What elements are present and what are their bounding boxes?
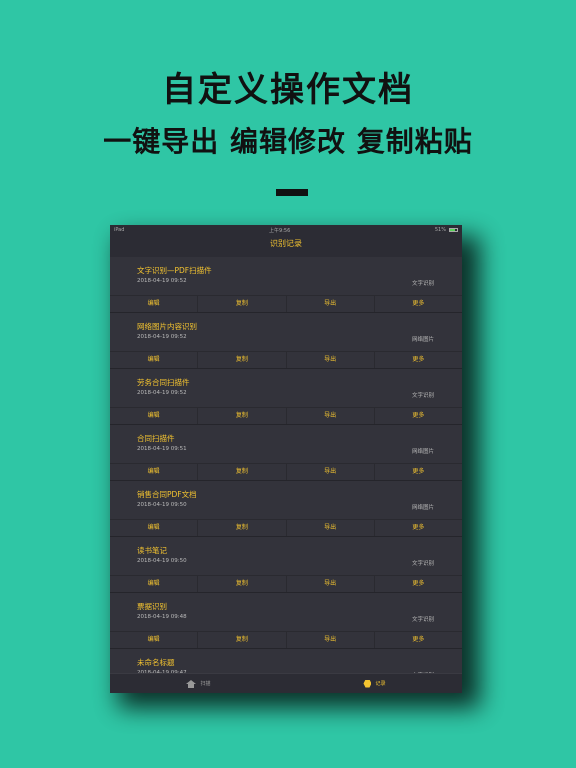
record-actions: 编辑 复制 导出 更多	[110, 295, 462, 312]
record-item[interactable]: 销售合同PDF文档 2018-04-19 09:50 网络图片编辑 复制 导出 更多	[110, 481, 462, 537]
record-item[interactable]: 网络图片内容识别 2018-04-19 09:52 网络图片编辑 复制 导出 更多	[110, 313, 462, 369]
more-button[interactable]: 更多	[375, 632, 462, 648]
record-actions: 编辑 复制 导出 更多	[110, 575, 462, 592]
record-title: 票据识别	[137, 602, 167, 611]
status-bar: iPad 上午9:56 51%	[110, 225, 462, 235]
record-type: 网络图片	[411, 505, 434, 511]
record-item[interactable]: 未命名标题2018-04-19 09:47文字识别编辑复制导出更多	[110, 649, 462, 673]
export-button[interactable]: 导出	[287, 520, 375, 536]
record-type: 网络图片	[411, 337, 434, 343]
record-type: 文字识别	[411, 393, 434, 399]
copy-button[interactable]: 复制	[198, 296, 287, 312]
record-actions: 编辑 复制 导出 更多	[110, 351, 462, 368]
export-button[interactable]: 导出	[287, 632, 375, 648]
export-button[interactable]: 导出	[287, 408, 375, 424]
record-item[interactable]: 文字识别—PDF扫描件 2018-04-19 09:52 文字识别编辑 复制 导出 更多	[110, 257, 462, 313]
record-title: 文字识别—PDF扫描件	[137, 266, 212, 275]
record-type: 文字识别	[411, 561, 434, 567]
record-title: 未命名标题	[137, 658, 175, 667]
promo-headline: 自定义操作文档	[162, 70, 414, 110]
more-button[interactable]: 更多	[375, 464, 462, 480]
clock-label: 上午9:56	[269, 227, 291, 234]
record-title: 读书笔记	[137, 546, 167, 555]
record-date: 2018-04-19 09:51	[137, 446, 187, 452]
copy-button[interactable]: 复制	[198, 464, 287, 480]
copy-button[interactable]: 复制	[198, 408, 287, 424]
record-item[interactable]: 读书笔记 2018-04-19 09:50 文字识别编辑 复制 导出 更多	[110, 537, 462, 593]
more-button[interactable]: 更多	[375, 408, 462, 424]
home-icon	[186, 679, 197, 688]
record-actions: 编辑 复制 导出 更多	[110, 407, 462, 424]
device-screen: iPad 上午9:56 51% 识别记录 文字识别—PDF扫描件 2018-04-…	[110, 225, 462, 693]
record-date: 2018-04-19 09:50	[137, 502, 187, 508]
edit-button[interactable]: 编辑	[110, 464, 199, 480]
promo-subline: 一键导出 编辑修改 复制粘贴	[103, 125, 473, 158]
battery-icon	[449, 228, 458, 232]
record-date: 2018-04-19 09:52	[137, 390, 187, 396]
carrier-label: iPad	[114, 227, 125, 233]
records-icon	[363, 679, 372, 688]
edit-button[interactable]: 编辑	[110, 520, 199, 536]
record-date: 2018-04-19 09:50	[137, 558, 187, 564]
record-type: 文字识别	[411, 281, 434, 287]
status-right: 51%	[435, 227, 458, 233]
tab-bar: 扫描 记录	[110, 673, 462, 693]
copy-button[interactable]: 复制	[198, 632, 287, 648]
record-date: 2018-04-19 09:52	[137, 278, 187, 284]
edit-button[interactable]: 编辑	[110, 576, 199, 592]
edit-button[interactable]: 编辑	[110, 352, 199, 368]
edit-button[interactable]: 编辑	[110, 632, 199, 648]
record-date: 2018-04-19 09:52	[137, 334, 187, 340]
record-title: 合同扫描件	[137, 434, 175, 443]
record-item[interactable]: 合同扫描件 2018-04-19 09:51 网络图片编辑 复制 导出 更多	[110, 425, 462, 481]
more-button[interactable]: 更多	[375, 296, 462, 312]
record-item[interactable]: 劳务合同扫描件 2018-04-19 09:52 文字识别编辑 复制 导出 更多	[110, 369, 462, 425]
edit-button[interactable]: 编辑	[110, 296, 199, 312]
record-title: 销售合同PDF文档	[137, 490, 197, 499]
tab-home-label: 扫描	[200, 681, 211, 687]
record-title: 劳务合同扫描件	[137, 378, 190, 387]
copy-button[interactable]: 复制	[198, 576, 287, 592]
nav-title: 识别记录	[110, 235, 462, 257]
export-button[interactable]: 导出	[287, 296, 375, 312]
record-title: 网络图片内容识别	[137, 322, 197, 331]
export-button[interactable]: 导出	[287, 464, 375, 480]
battery-percent: 51%	[434, 227, 446, 233]
more-button[interactable]: 更多	[375, 352, 462, 368]
copy-button[interactable]: 复制	[198, 520, 287, 536]
record-type: 文字识别	[411, 617, 434, 623]
record-type: 网络图片	[411, 449, 434, 455]
divider-dash	[276, 189, 308, 196]
record-actions: 编辑 复制 导出 更多	[110, 631, 462, 648]
edit-button[interactable]: 编辑	[110, 408, 199, 424]
record-actions: 编辑 复制 导出 更多	[110, 519, 462, 536]
record-list[interactable]: 文字识别—PDF扫描件 2018-04-19 09:52 文字识别 编辑 复制 导出 更多网…	[110, 257, 462, 673]
export-button[interactable]: 导出	[287, 352, 375, 368]
record-actions: 编辑 复制 导出 更多	[110, 463, 462, 480]
record-date: 2018-04-19 09:48	[137, 614, 187, 620]
record-item[interactable]: 票据识别 2018-04-19 09:48 文字识别编辑 复制 导出 更多	[110, 593, 462, 649]
tab-records-label: 记录	[375, 681, 386, 687]
export-button[interactable]: 导出	[287, 576, 375, 592]
tab-records[interactable]: 记录	[363, 679, 386, 688]
copy-button[interactable]: 复制	[198, 352, 287, 368]
tab-home[interactable]: 扫描	[186, 679, 211, 688]
more-button[interactable]: 更多	[375, 576, 462, 592]
more-button[interactable]: 更多	[375, 520, 462, 536]
